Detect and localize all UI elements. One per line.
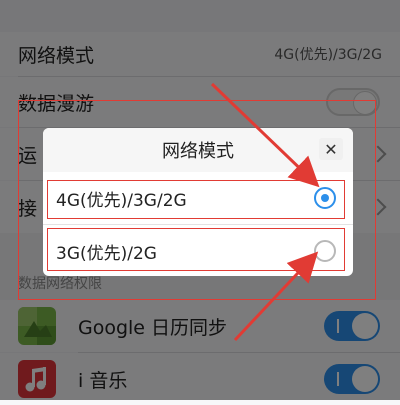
annotation-arrow [210, 82, 320, 188]
annotation-arrow [233, 251, 319, 342]
annotation-arrows [210, 82, 320, 342]
